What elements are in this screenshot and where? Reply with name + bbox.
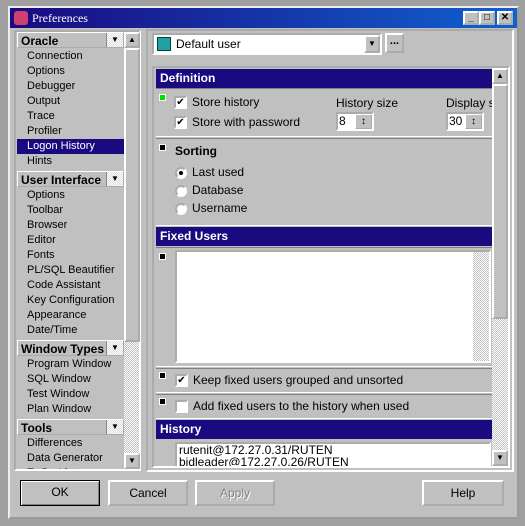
app-icon (14, 11, 28, 25)
sidebar-item-code-assistant[interactable]: Code Assistant (17, 278, 124, 293)
scroll-up-icon[interactable]: ▲ (492, 68, 508, 84)
sidebar-item-sql-window[interactable]: SQL Window (17, 372, 124, 387)
fixed-users-list[interactable] (175, 250, 491, 363)
sort-username-radio[interactable]: Username (175, 201, 247, 215)
scroll-down-icon[interactable]: ▼ (124, 453, 140, 469)
user-select[interactable]: Default user ▼ (152, 33, 382, 55)
definition-header: Definition (156, 69, 493, 88)
apply-button[interactable]: Apply (195, 480, 275, 506)
fixed-users-row (156, 247, 493, 367)
store-history-checkbox[interactable]: ✔ Store history (174, 95, 259, 110)
sort-database-radio[interactable]: Database (175, 183, 243, 197)
sidebar-item-differences[interactable]: Differences (17, 436, 124, 451)
user-select-value: Default user (176, 37, 241, 51)
spin-arrows-icon: ↕ (355, 114, 372, 129)
close-button[interactable]: ✕ (497, 11, 513, 25)
group-label: Tools (21, 421, 53, 435)
sidebar-item-profiler[interactable]: Profiler (17, 124, 124, 139)
store-password-checkbox[interactable]: ✔ Store with password (174, 115, 300, 130)
chevron-down-icon[interactable]: ▼ (106, 420, 123, 434)
scroll-up-icon[interactable]: ▲ (124, 32, 140, 48)
sidebar-item-plan-window[interactable]: Plan Window (17, 402, 124, 417)
window-title: Preferences (32, 11, 88, 25)
status-green-icon (159, 94, 166, 101)
sidebar-item-to-do-list[interactable]: To Do List (17, 466, 124, 469)
fixed-users-header: Fixed Users (156, 227, 493, 246)
definition-row: ✔ Store history ✔ Store with password Hist… (156, 88, 503, 137)
help-button[interactable]: Help (422, 480, 504, 506)
sidebar-item-options[interactable]: Options (17, 64, 124, 79)
group-header-oracle[interactable]: Oracle ▼ (17, 32, 124, 48)
sidebar-item-pl-sql-beautifier[interactable]: PL/SQL Beautifier (17, 263, 124, 278)
ok-button[interactable]: OK (20, 480, 100, 506)
scroll-thumb[interactable] (124, 48, 140, 342)
chevron-down-icon[interactable]: ▼ (106, 172, 123, 186)
sidebar-item-logon-history[interactable]: Logon History (17, 139, 124, 154)
status-icon (159, 144, 166, 151)
history-list[interactable]: rutenit@172.27.0.31/RUTEN bidleader@172.… (175, 442, 491, 466)
chevron-down-icon[interactable]: ▼ (364, 35, 380, 53)
group-label: User Interface (21, 173, 102, 187)
history-entry[interactable]: bidleader@172.27.0.26/RUTEN (179, 456, 489, 466)
group-label: Window Types (21, 342, 105, 356)
sort-last-used-radio[interactable]: Last used (175, 165, 244, 179)
keep-grouped-row: ✔ Keep fixed users grouped and unsorted (156, 368, 493, 393)
spin-arrows-icon: ↕ (465, 114, 482, 129)
sidebar-item-hints[interactable]: Hints (17, 154, 124, 169)
history-size-spinner[interactable]: 8 ↕ (336, 112, 374, 131)
sidebar-item-connection[interactable]: Connection (17, 49, 124, 64)
user-icon (157, 37, 171, 51)
history-header: History (156, 420, 493, 439)
sidebar-item-debugger[interactable]: Debugger (17, 79, 124, 94)
keep-grouped-checkbox[interactable]: ✔ Keep fixed users grouped and unsorted (175, 373, 403, 388)
display-size-spinner[interactable]: 30 ↕ (446, 112, 484, 131)
title-bar[interactable]: Preferences (10, 8, 517, 28)
scroll-thumb[interactable] (492, 84, 508, 319)
minimize-button[interactable]: _ (463, 11, 479, 25)
sorting-row: Sorting Last used Database Username (156, 138, 493, 226)
sidebar-item-program-window[interactable]: Program Window (17, 357, 124, 372)
sidebar-item-date-time[interactable]: Date/Time (17, 323, 124, 338)
category-tree: Oracle ▼ Connection Options Debugger Output Tr… (14, 30, 141, 471)
sidebar-item-test-window[interactable]: Test Window (17, 387, 124, 402)
sidebar-item-appearance[interactable]: Appearance (17, 308, 124, 323)
fixed-users-scrollbar[interactable] (473, 252, 489, 361)
sidebar-item-key-configuration[interactable]: Key Configuration (17, 293, 124, 308)
options-scrollbar[interactable]: ▲ ▼ (492, 68, 508, 466)
sidebar-item-trace[interactable]: Trace (17, 109, 124, 124)
sidebar-item-editor[interactable]: Editor (17, 233, 124, 248)
sidebar-item-options[interactable]: Options (17, 188, 124, 203)
sorting-label: Sorting (175, 144, 217, 158)
sidebar-item-output[interactable]: Output (17, 94, 124, 109)
chevron-down-icon[interactable]: ▼ (106, 341, 123, 355)
add-to-history-checkbox[interactable]: Add fixed users to the history when used (175, 399, 409, 414)
sidebar-item-fonts[interactable]: Fonts (17, 248, 124, 263)
scroll-down-icon[interactable]: ▼ (492, 450, 508, 466)
group-header-user-interface[interactable]: User Interface ▼ (17, 171, 124, 187)
status-icon (159, 398, 166, 405)
options-scroll-area: Definition ✔ Store history ✔ Store with pa… (152, 66, 510, 468)
tree-scrollbar[interactable]: ▲ ▼ (124, 32, 140, 469)
group-header-tools[interactable]: Tools ▼ (17, 419, 124, 435)
more-button[interactable]: ... (385, 33, 404, 53)
group-label: Oracle (21, 34, 59, 48)
status-icon (159, 253, 166, 260)
cancel-button[interactable]: Cancel (108, 480, 188, 506)
history-size-label: History size (336, 96, 399, 110)
sidebar-item-data-generator[interactable]: Data Generator (17, 451, 124, 466)
add-to-history-row: Add fixed users to the history when used (156, 394, 493, 419)
group-header-window-types[interactable]: Window Types ▼ (17, 340, 124, 356)
maximize-button[interactable]: □ (479, 11, 495, 25)
sidebar-item-toolbar[interactable]: Toolbar (17, 203, 124, 218)
chevron-down-icon[interactable]: ▼ (106, 33, 123, 47)
sidebar-item-browser[interactable]: Browser (17, 218, 124, 233)
status-icon (159, 372, 166, 379)
